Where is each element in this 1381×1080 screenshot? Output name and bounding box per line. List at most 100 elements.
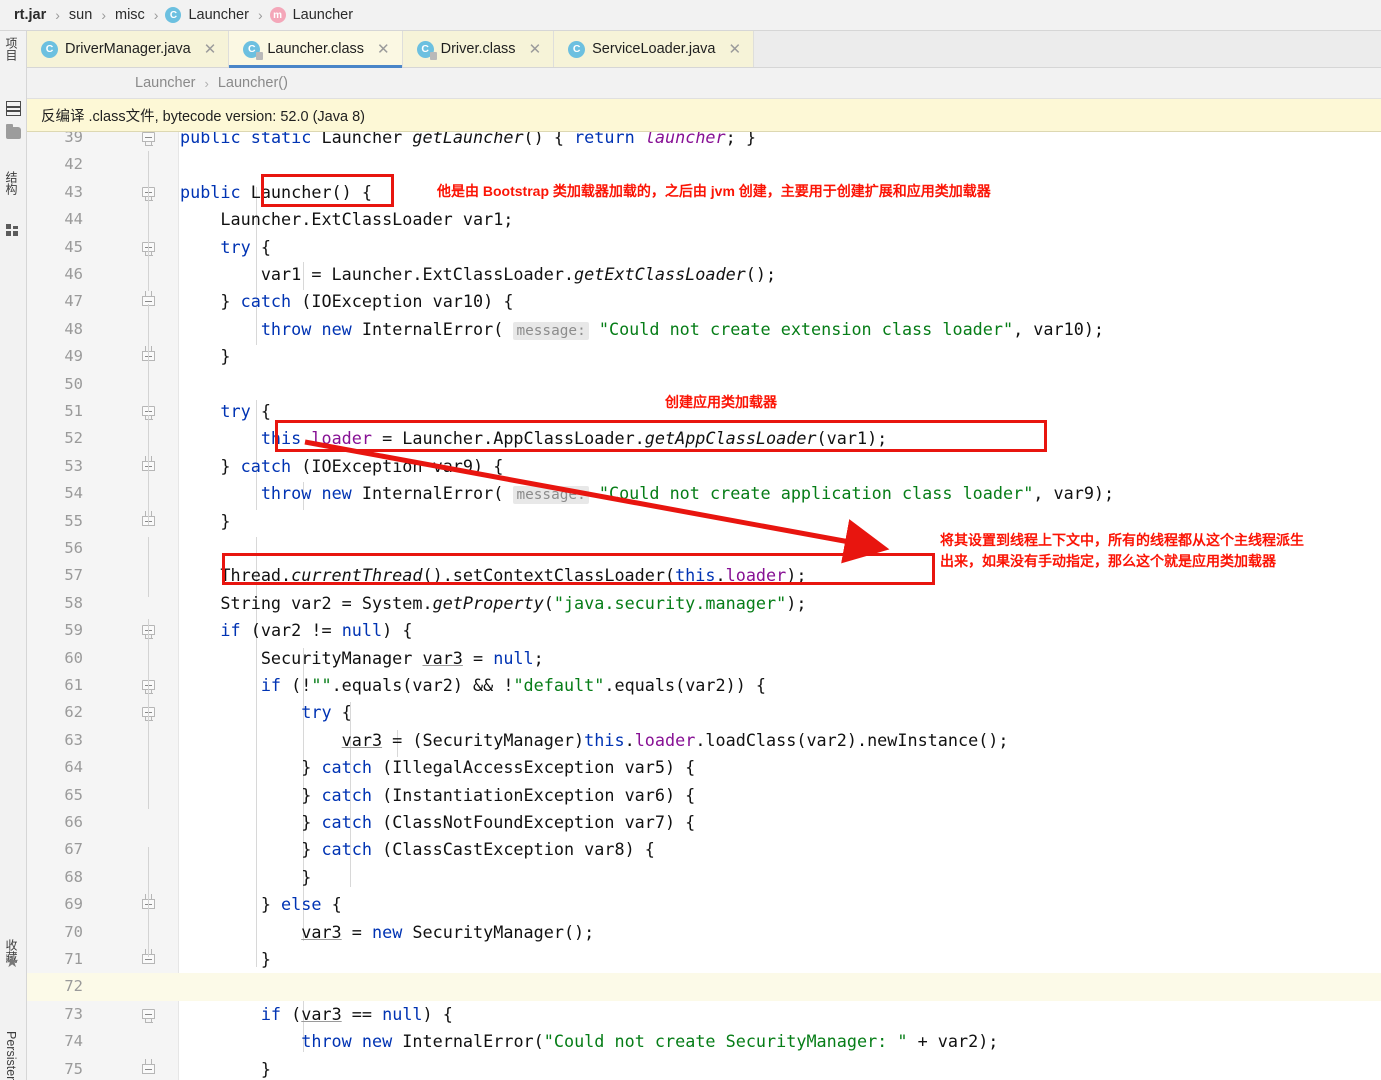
code-line-51[interactable]: 51 try { <box>27 398 1381 425</box>
left-tool-strip: 项目 结构 收藏 ★ Persistence <box>0 31 27 1080</box>
tab-label: DriverManager.java <box>65 41 191 57</box>
code-line-73[interactable]: 73 if (var3 == null) { <box>27 1001 1381 1028</box>
method-breadcrumb-class[interactable]: Launcher <box>135 75 195 91</box>
code-line-50[interactable]: 50 <box>27 371 1381 398</box>
fold-connector-line <box>148 151 149 291</box>
breadcrumb-item-launcher-method[interactable]: m Launcher <box>269 7 355 23</box>
line-number: 62 <box>64 703 83 722</box>
fold-up-icon[interactable] <box>142 1058 155 1076</box>
code-line-60[interactable]: 60 SecurityManager var3 = null; <box>27 645 1381 672</box>
line-number: 69 <box>64 895 83 914</box>
code-text: var3 = new SecurityManager(); <box>301 921 595 942</box>
code-line-69[interactable]: 69 } else { <box>27 891 1381 918</box>
line-number: 68 <box>64 867 83 886</box>
squares-icon[interactable] <box>6 224 19 237</box>
tab-serviceloader-java[interactable]: C ServiceLoader.java ✕ <box>554 31 755 67</box>
code-line-57[interactable]: 57 Thread.currentThread().setContextClas… <box>27 562 1381 589</box>
line-number: 57 <box>64 566 83 585</box>
breadcrumb-label: rt.jar <box>14 7 47 23</box>
code-text: SecurityManager var3 = null; <box>180 647 544 668</box>
line-number: 63 <box>64 730 83 749</box>
breadcrumb-separator: › <box>101 7 106 23</box>
tool-button-structure[interactable]: 结构 <box>3 171 20 195</box>
code-line-66[interactable]: 66 } catch (ClassNotFoundException var7)… <box>27 809 1381 836</box>
code-line-52[interactable]: 52 this.loader = Launcher.AppClassLoader… <box>27 425 1381 452</box>
line-number: 72 <box>64 977 83 996</box>
code-line-72[interactable]: 72 <box>27 973 1381 1001</box>
breadcrumb-label: Launcher <box>292 7 354 23</box>
code-line-46[interactable]: 46 var1 = Launcher.ExtClassLoader.getExt… <box>27 261 1381 288</box>
compiled-class-icon: C <box>243 40 264 60</box>
code-text: try { <box>220 401 271 421</box>
code-line-54[interactable]: 54 throw new InternalError( message: "Co… <box>27 480 1381 507</box>
code-line-42[interactable]: 42 <box>27 151 1381 178</box>
code-line-44[interactable]: 44 Launcher.ExtClassLoader var1; <box>27 206 1381 233</box>
breadcrumb-item-launcher-class[interactable]: C Launcher <box>165 7 250 23</box>
folder-icon[interactable] <box>6 124 21 139</box>
close-icon[interactable]: ✕ <box>726 40 743 59</box>
code-line-63[interactable]: 63 var3 = (SecurityManager)this.loader.l… <box>27 727 1381 754</box>
code-line-47[interactable]: 47 } catch (IOException var10) { <box>27 288 1381 315</box>
code-line-49[interactable]: 49 } <box>27 343 1381 370</box>
tab-launcher-class[interactable]: C Launcher.class ✕ <box>229 31 403 68</box>
star-icon[interactable]: ★ <box>5 955 23 971</box>
code-line-43[interactable]: 43 public Launcher() { <box>27 179 1381 206</box>
fold-down-icon[interactable] <box>142 1008 155 1023</box>
code-line-65[interactable]: 65 } catch (InstantiationException var6)… <box>27 782 1381 809</box>
code-line-48[interactable]: 48 throw new InternalError( message: "Co… <box>27 316 1381 343</box>
line-number: 61 <box>64 676 83 694</box>
breadcrumb-item-rt-jar[interactable]: rt.jar <box>12 7 48 23</box>
grid-icon[interactable] <box>6 101 21 116</box>
line-number: 59 <box>64 621 83 640</box>
fold-connector-line <box>148 847 149 957</box>
breadcrumb-item-sun[interactable]: sun <box>67 7 94 23</box>
line-number: 71 <box>64 950 83 968</box>
line-number: 58 <box>64 593 83 612</box>
code-line-53[interactable]: 53 } catch (IOException var9) { <box>27 453 1381 480</box>
method-breadcrumb-method[interactable]: Launcher() <box>218 75 288 91</box>
tool-button-project[interactable]: 项目 <box>3 37 20 61</box>
line-number: 60 <box>64 648 83 667</box>
code-line-67[interactable]: 67 } catch (ClassCastException var8) { <box>27 836 1381 863</box>
code-line-58[interactable]: 58 String var2 = System.getProperty("jav… <box>27 590 1381 617</box>
close-icon[interactable]: ✕ <box>202 40 219 59</box>
code-line-39[interactable]: 39 public static Launcher getLauncher() {… <box>27 132 1381 151</box>
code-line-62[interactable]: 62 try { <box>27 699 1381 726</box>
tab-label: Launcher.class <box>267 41 365 57</box>
code-line-74[interactable]: 74 throw new InternalError("Could not cr… <box>27 1028 1381 1055</box>
code-line-75[interactable]: 75 } <box>27 1056 1381 1080</box>
breadcrumb-item-misc[interactable]: misc <box>113 7 147 23</box>
code-line-56[interactable]: 56 <box>27 535 1381 562</box>
breadcrumb-separator: › <box>153 7 159 23</box>
code-text: } catch (ClassNotFoundException var7) { <box>180 812 696 832</box>
code-line-59[interactable]: 59 if (var2 != null) { <box>27 617 1381 644</box>
line-number: 74 <box>64 1032 83 1051</box>
code-text: this.loader = Launcher.AppClassLoader.ge… <box>260 428 888 449</box>
code-line-68[interactable]: 68 } <box>27 864 1381 891</box>
java-class-icon: C <box>41 40 58 58</box>
code-text: try { <box>301 702 352 723</box>
code-editor[interactable]: 39 public static Launcher getLauncher() {… <box>27 132 1381 1080</box>
code-line-61[interactable]: 61 if (!"".equals(var2) && !"default".eq… <box>27 672 1381 699</box>
fold-down-icon[interactable] <box>142 132 155 146</box>
code-content[interactable]: 39 public static Launcher getLauncher() {… <box>27 132 1381 1080</box>
close-icon[interactable]: ✕ <box>527 40 544 59</box>
code-line-55[interactable]: 55 } <box>27 508 1381 535</box>
breadcrumb-separator: › <box>204 75 209 91</box>
notification-text: 反编译 .class文件, bytecode version: 52.0 (Ja… <box>41 108 365 125</box>
tool-button-persistence[interactable]: Persistence <box>4 1031 18 1080</box>
code-line-70[interactable]: 70 var3 = new SecurityManager(); <box>27 919 1381 946</box>
close-icon[interactable]: ✕ <box>375 40 392 59</box>
code-text: var1 = Launcher.ExtClassLoader.getExtCla… <box>180 264 777 284</box>
line-number: 54 <box>64 484 83 503</box>
code-line-71[interactable]: 71 } <box>27 946 1381 973</box>
code-text: public static Launcher getLauncher() { r… <box>180 132 756 147</box>
code-text: if (var3 == null) { <box>260 1003 453 1024</box>
tab-driver-class[interactable]: C Driver.class ✕ <box>402 31 555 67</box>
breadcrumb-label: Launcher <box>188 7 249 23</box>
code-line-64[interactable]: 64 } catch (IllegalAccessException var5)… <box>27 754 1381 781</box>
line-number: 43 <box>64 182 83 201</box>
fold-connector-line <box>148 304 149 412</box>
tab-drivermanager-java[interactable]: C DriverManager.java ✕ <box>27 31 230 67</box>
code-line-45[interactable]: 45 try { <box>27 234 1381 261</box>
